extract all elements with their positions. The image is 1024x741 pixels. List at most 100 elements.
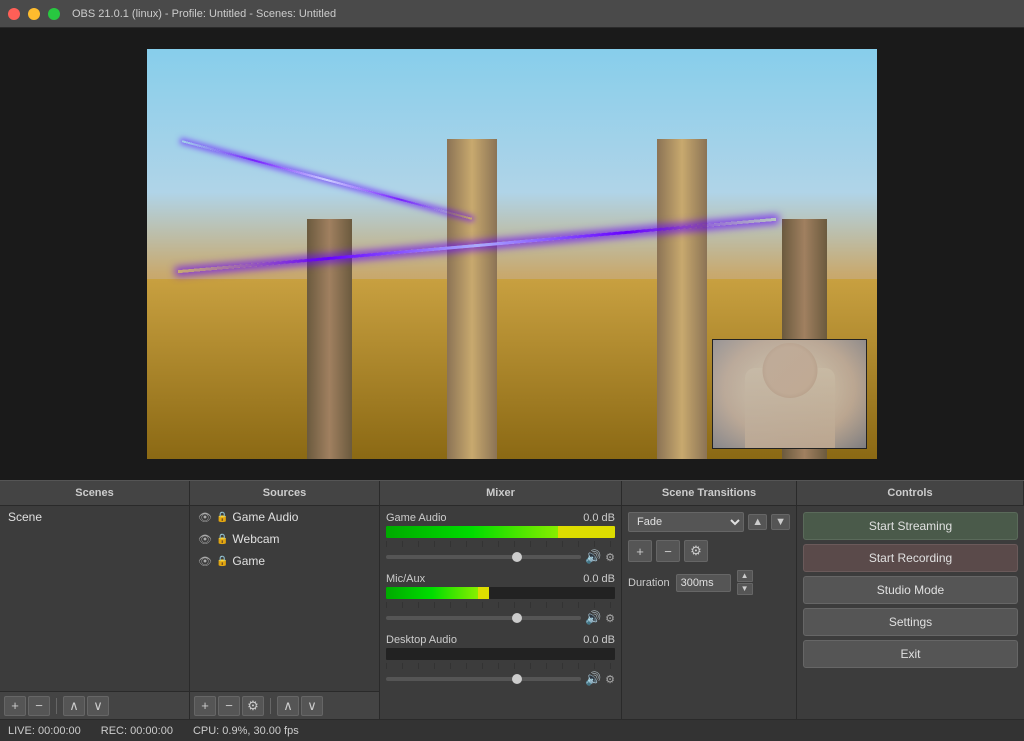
toolbar-separator	[270, 698, 271, 714]
source-up-button[interactable]: ∧	[277, 696, 299, 716]
start-recording-button[interactable]: Start Recording	[803, 544, 1018, 572]
close-button[interactable]	[8, 8, 20, 20]
mixer-panel-header: Mixer	[380, 481, 622, 505]
scene-item[interactable]: Scene	[0, 506, 189, 528]
pillar-right	[657, 139, 707, 459]
controls-panel: Start Streaming Start Recording Studio M…	[797, 506, 1024, 719]
duration-label: Duration	[628, 577, 670, 589]
sources-list: 👁 🔒 Game Audio 👁 🔒 Webcam 👁 🔒 Game	[190, 506, 379, 691]
speaker-icon[interactable]: 🔊	[585, 549, 601, 565]
mixer-track-db: 0.0 dB	[583, 512, 615, 524]
mixer-track-desktop-audio: Desktop Audio 0.0 dB 🔊 ⚙	[380, 632, 621, 689]
duration-input[interactable]	[676, 574, 731, 592]
eye-icon: 👁	[198, 555, 212, 568]
sources-panel-header: Sources	[190, 481, 380, 505]
meter-green	[386, 526, 558, 538]
source-remove-button[interactable]: −	[218, 696, 240, 716]
scenes-list: Scene	[0, 506, 189, 691]
scene-add-button[interactable]: +	[4, 696, 26, 716]
preview-canvas	[147, 49, 877, 459]
webcam-overlay	[712, 339, 867, 449]
meter-container	[386, 526, 615, 538]
gear-icon[interactable]: ⚙	[605, 673, 615, 686]
bottom-panel: Scenes Sources Mixer Scene Transitions C…	[0, 480, 1024, 719]
source-down-button[interactable]: ∨	[301, 696, 323, 716]
speaker-icon[interactable]: 🔊	[585, 610, 601, 626]
transitions-panel-header: Scene Transitions	[622, 481, 797, 505]
scene-down-button[interactable]: ∨	[87, 696, 109, 716]
controls-panel-header: Controls	[797, 481, 1024, 505]
lock-icon: 🔒	[216, 512, 228, 523]
duration-arrows: ▲ ▼	[737, 570, 753, 595]
transition-remove-button[interactable]: −	[656, 540, 680, 562]
transition-select[interactable]: Fade	[628, 512, 744, 532]
mixer-controls: 🔊 ⚙	[386, 671, 615, 687]
titlebar: OBS 21.0.1 (linux) - Profile: Untitled -…	[0, 0, 1024, 28]
meter-scale	[386, 663, 615, 669]
mixer-panel: Game Audio 0.0 dB 🔊 ⚙	[380, 506, 622, 719]
duration-down-button[interactable]: ▼	[737, 583, 753, 595]
statusbar: LIVE: 00:00:00 REC: 00:00:00 CPU: 0.9%, …	[0, 719, 1024, 741]
studio-mode-button[interactable]: Studio Mode	[803, 576, 1018, 604]
meter-container	[386, 648, 615, 660]
lock-icon: 🔒	[216, 556, 228, 567]
lock-icon: 🔒	[216, 534, 228, 545]
webcam-face	[713, 340, 866, 448]
transition-add-button[interactable]: +	[628, 540, 652, 562]
eye-icon: 👁	[198, 511, 212, 524]
scenes-toolbar: + − ∧ ∨	[0, 691, 189, 719]
transitions-toolbar: + − ⚙	[628, 540, 790, 562]
mixer-track-game-audio: Game Audio 0.0 dB 🔊 ⚙	[380, 510, 621, 567]
settings-button[interactable]: Settings	[803, 608, 1018, 636]
transition-arrow-up[interactable]: ▲	[748, 514, 767, 530]
meter-scale	[386, 541, 615, 547]
meter-scale	[386, 602, 615, 608]
meter-yellow	[558, 526, 615, 538]
volume-slider[interactable]	[386, 555, 581, 559]
toolbar-separator	[56, 698, 57, 714]
scene-remove-button[interactable]: −	[28, 696, 50, 716]
gear-icon[interactable]: ⚙	[605, 612, 615, 625]
eye-icon: 👁	[198, 533, 212, 546]
mixer-track-mic-aux: Mic/Aux 0.0 dB 🔊 ⚙	[380, 571, 621, 628]
mixer-controls: 🔊 ⚙	[386, 549, 615, 565]
panel-headers: Scenes Sources Mixer Scene Transitions C…	[0, 480, 1024, 506]
mixer-track-db: 0.0 dB	[583, 634, 615, 646]
mixer-track-label: Mic/Aux	[386, 573, 425, 585]
mixer-track-db: 0.0 dB	[583, 573, 615, 585]
meter-green	[386, 587, 478, 599]
start-streaming-button[interactable]: Start Streaming	[803, 512, 1018, 540]
exit-button[interactable]: Exit	[803, 640, 1018, 668]
transition-select-row: Fade ▲ ▼	[628, 512, 790, 532]
source-item-game[interactable]: 👁 🔒 Game	[190, 550, 379, 572]
transition-arrow-down[interactable]: ▼	[771, 514, 790, 530]
scene-up-button[interactable]: ∧	[63, 696, 85, 716]
source-add-button[interactable]: +	[194, 696, 216, 716]
cpu-status: CPU: 0.9%, 30.00 fps	[193, 725, 299, 737]
volume-slider[interactable]	[386, 677, 581, 681]
transition-settings-button[interactable]: ⚙	[684, 540, 708, 562]
scenes-panel: Scene + − ∧ ∨	[0, 506, 190, 719]
speaker-icon[interactable]: 🔊	[585, 671, 601, 687]
meter-container	[386, 587, 615, 599]
gear-icon[interactable]: ⚙	[605, 551, 615, 564]
live-status: LIVE: 00:00:00	[8, 725, 81, 737]
sources-panel: 👁 🔒 Game Audio 👁 🔒 Webcam 👁 🔒 Game + −	[190, 506, 380, 719]
minimize-button[interactable]	[28, 8, 40, 20]
panel-content: Scene + − ∧ ∨ 👁 🔒 Game Audio 👁	[0, 506, 1024, 719]
sources-toolbar: + − ⚙ ∧ ∨	[190, 691, 379, 719]
title-text: OBS 21.0.1 (linux) - Profile: Untitled -…	[72, 8, 336, 20]
duration-up-button[interactable]: ▲	[737, 570, 753, 582]
transitions-panel: Fade ▲ ▼ + − ⚙ Duration ▲ ▼	[622, 506, 797, 719]
source-settings-button[interactable]: ⚙	[242, 696, 264, 716]
scenes-panel-header: Scenes	[0, 481, 190, 505]
mixer-track-label: Desktop Audio	[386, 634, 457, 646]
mixer-controls: 🔊 ⚙	[386, 610, 615, 626]
volume-slider[interactable]	[386, 616, 581, 620]
mixer-track-label: Game Audio	[386, 512, 447, 524]
source-item-game-audio[interactable]: 👁 🔒 Game Audio	[190, 506, 379, 528]
source-item-webcam[interactable]: 👁 🔒 Webcam	[190, 528, 379, 550]
rec-status: REC: 00:00:00	[101, 725, 173, 737]
maximize-button[interactable]	[48, 8, 60, 20]
preview-area	[0, 28, 1024, 480]
